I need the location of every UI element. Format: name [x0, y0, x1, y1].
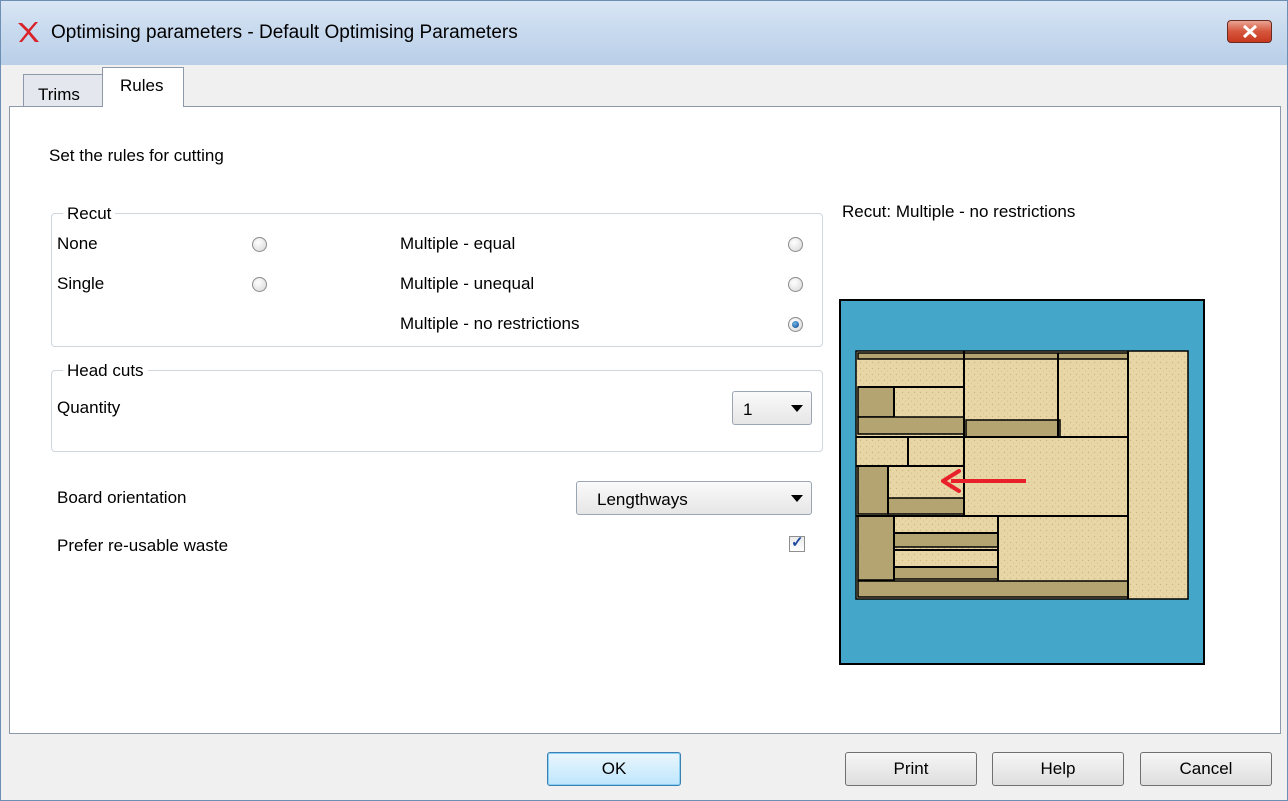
- waste-strip: [857, 580, 1129, 598]
- quantity-value: 1: [743, 400, 753, 419]
- board-orientation-label: Board orientation: [57, 488, 187, 507]
- waste-strip: [965, 419, 1061, 438]
- board-orientation-dropdown[interactable]: Lengthways: [576, 481, 812, 515]
- head-cuts-groupbox: [51, 370, 823, 452]
- tab-rules[interactable]: Rules: [102, 67, 184, 107]
- recut-single-label: Single: [57, 274, 105, 293]
- rules-heading: Set the rules for cutting: [49, 146, 224, 165]
- recut-multiple-no-restrictions-label: Multiple - no restrictions: [400, 314, 580, 333]
- cutting-diagram: [855, 350, 1189, 600]
- tab-trims[interactable]: Trims: [23, 74, 105, 108]
- close-button[interactable]: [1227, 20, 1272, 43]
- help-button[interactable]: Help: [992, 752, 1124, 786]
- recut-none-label: None: [57, 234, 98, 253]
- cutting-preview: [839, 299, 1205, 665]
- waste-strip: [857, 416, 965, 435]
- recut-multiple-no-restrictions-radio[interactable]: [788, 317, 803, 332]
- recut-multiple-unequal-radio[interactable]: [788, 277, 803, 292]
- board-orientation-value: Lengthways: [597, 490, 688, 509]
- recut-multiple-equal-radio[interactable]: [788, 237, 803, 252]
- waste-strip: [887, 497, 965, 515]
- recut-multiple-unequal-label: Multiple - unequal: [400, 274, 535, 293]
- title-bar[interactable]: Optimising parameters - Default Optimisi…: [1, 1, 1287, 65]
- waste-strip: [857, 352, 1129, 360]
- waste-strip: [857, 515, 895, 581]
- prefer-reusable-waste-label: Prefer re-usable waste: [57, 536, 229, 555]
- cancel-button[interactable]: Cancel: [1140, 752, 1272, 786]
- recut-single-radio[interactable]: [252, 277, 267, 292]
- recut-legend: Recut: [63, 204, 116, 224]
- head-cuts-legend: Head cuts: [63, 361, 148, 381]
- board: [855, 350, 1189, 600]
- quantity-label: Quantity: [57, 398, 121, 417]
- recut-none-radio[interactable]: [252, 237, 267, 252]
- tab-trims-label: Trims: [38, 85, 80, 104]
- tab-rules-label: Rules: [120, 76, 164, 95]
- preview-caption: Recut: Multiple - no restrictions: [842, 202, 1076, 221]
- dialog-window: Optimising parameters - Default Optimisi…: [0, 0, 1288, 801]
- recut-multiple-equal-label: Multiple - equal: [400, 234, 516, 253]
- checkmark-icon: ✓: [791, 534, 804, 551]
- waste-strip: [857, 386, 895, 418]
- chevron-down-icon: [791, 405, 803, 412]
- print-button[interactable]: Print: [845, 752, 977, 786]
- window-title: Optimising parameters - Default Optimisi…: [51, 22, 518, 43]
- chevron-down-icon: [791, 495, 803, 502]
- waste-strip: [893, 566, 999, 580]
- quantity-dropdown[interactable]: 1: [732, 391, 812, 425]
- red-x-icon: [18, 22, 39, 42]
- ok-button[interactable]: OK: [547, 752, 681, 786]
- waste-strip: [857, 465, 889, 515]
- close-icon: [1242, 24, 1258, 39]
- prefer-reusable-waste-checkbox[interactable]: ✓: [789, 534, 805, 552]
- waste-strip: [893, 532, 999, 548]
